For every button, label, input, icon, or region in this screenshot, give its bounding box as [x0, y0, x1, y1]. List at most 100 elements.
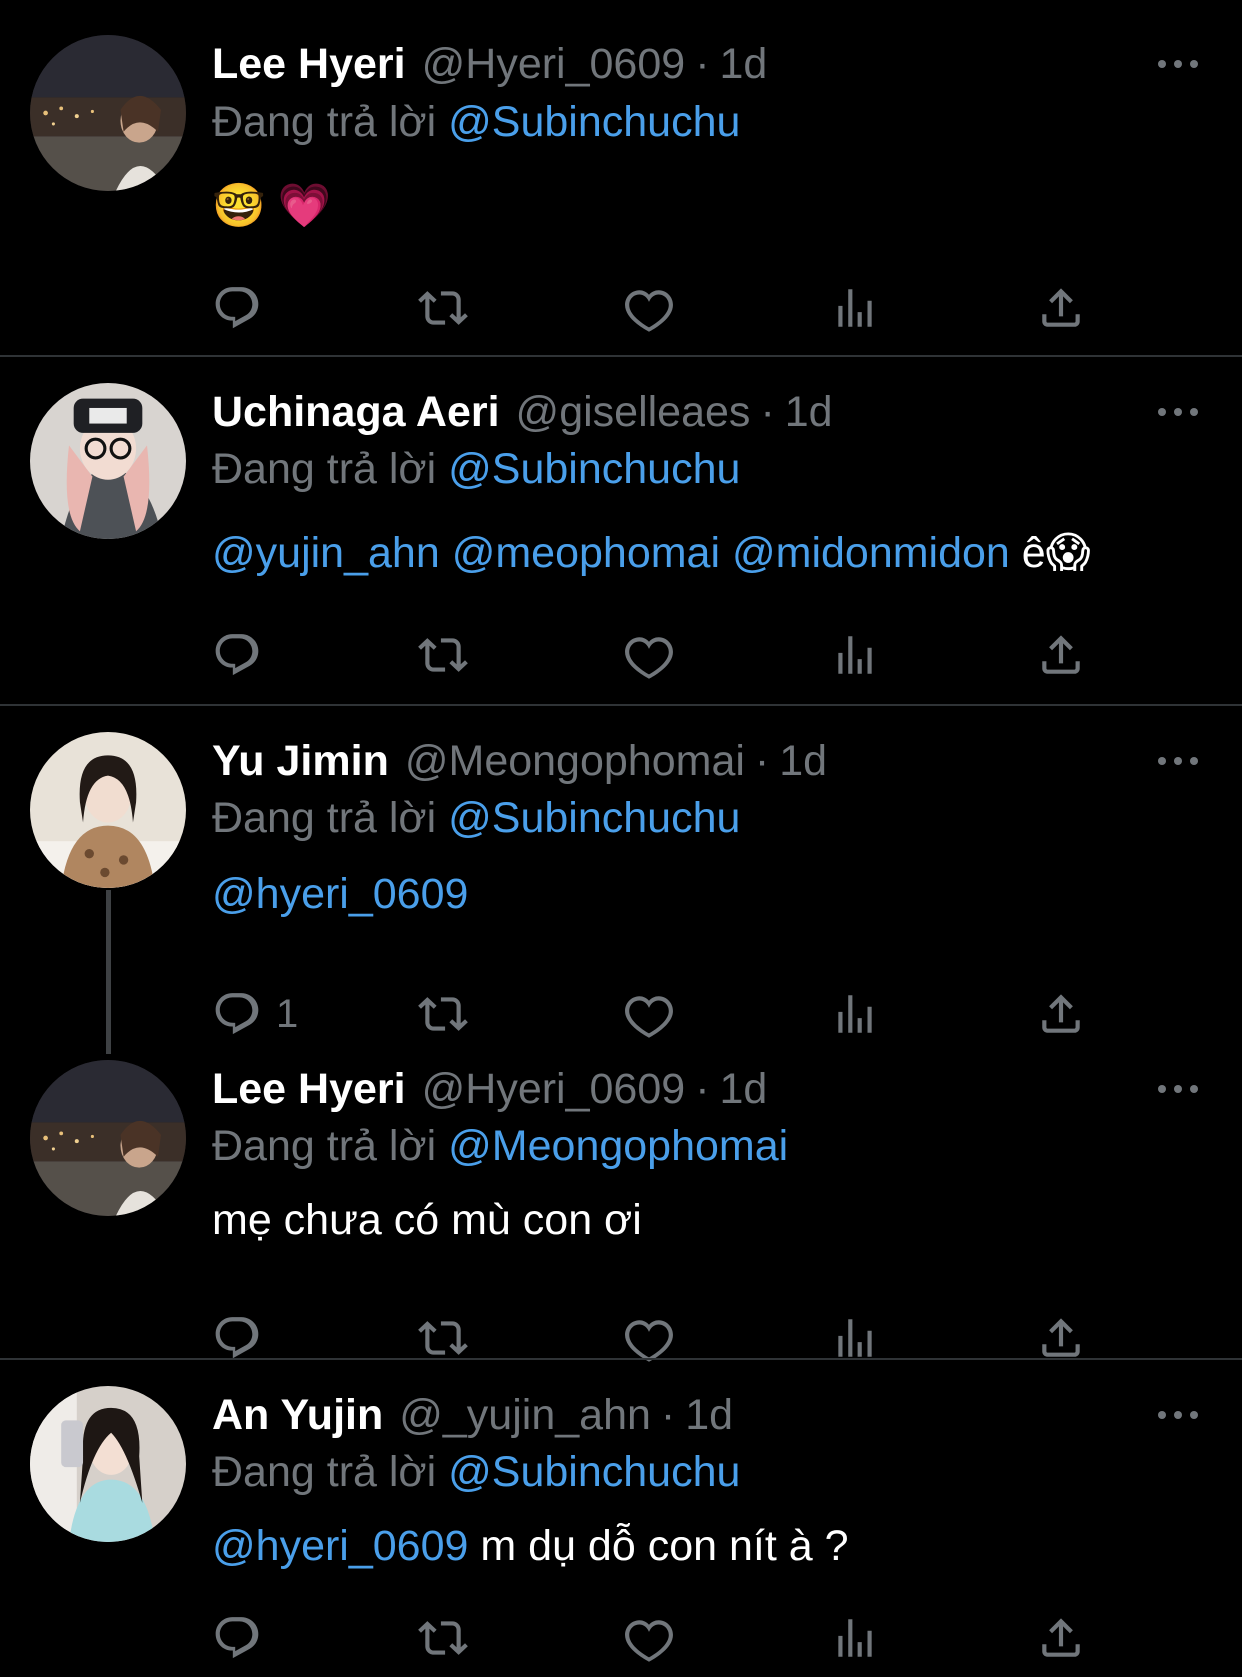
- share-icon: [1036, 630, 1086, 680]
- display-name[interactable]: Uchinaga Aeri: [212, 386, 500, 438]
- reply-prefix: Đang trả lời: [212, 98, 437, 146]
- tweet-header: Yu Jimin @Meongophomai · 1d: [212, 735, 827, 787]
- views-icon: [830, 1613, 880, 1663]
- action-bar: 1: [0, 984, 1242, 1044]
- tweet-header: An Yujin @_yujin_ahn · 1d: [212, 1389, 733, 1441]
- display-name[interactable]: Lee Hyeri: [212, 1063, 406, 1115]
- user-handle[interactable]: @giselleaes: [516, 386, 751, 438]
- timestamp[interactable]: 1d: [785, 386, 833, 438]
- mentions[interactable]: @yujin_ahn @meophomai @midonmidon: [212, 529, 1010, 577]
- tweet-text: mẹ chưa có mù con ơi: [212, 1194, 642, 1246]
- emoji-text: 🤓 💗: [212, 182, 332, 230]
- thread-line: [106, 890, 111, 1054]
- like-button[interactable]: [624, 984, 674, 1044]
- mentions[interactable]: @hyeri_0609: [212, 870, 468, 918]
- retweet-button[interactable]: [418, 278, 468, 338]
- reply-button[interactable]: 1: [212, 984, 298, 1044]
- avatar[interactable]: [30, 383, 186, 539]
- reply-button[interactable]: [212, 625, 262, 685]
- share-icon: [1036, 1613, 1086, 1663]
- views-button[interactable]: [830, 625, 880, 685]
- display-name[interactable]: An Yujin: [212, 1389, 383, 1441]
- more-icon[interactable]: [1158, 402, 1198, 422]
- reply-icon: [212, 1313, 262, 1363]
- user-handle[interactable]: @Hyeri_0609: [422, 1063, 686, 1115]
- reply-context: Đang trả lời @Subinchuchu: [212, 443, 740, 495]
- user-handle[interactable]: @Meongophomai: [405, 735, 745, 787]
- views-button[interactable]: [830, 278, 880, 338]
- share-icon: [1036, 989, 1086, 1039]
- more-icon[interactable]: [1158, 751, 1198, 771]
- tweet-text: @hyeri_0609 m dụ dỗ con nít à ?: [212, 1520, 849, 1572]
- share-button[interactable]: [1036, 1608, 1086, 1668]
- timestamp[interactable]: 1d: [720, 38, 768, 90]
- timestamp[interactable]: 1d: [685, 1389, 733, 1441]
- tweet[interactable]: Lee Hyeri @Hyeri_0609 · 1d Đang trả lời …: [0, 1058, 1242, 1358]
- mentions[interactable]: @hyeri_0609: [212, 1522, 468, 1570]
- reply-context: Đang trả lời @Subinchuchu: [212, 792, 740, 844]
- reply-context: Đang trả lời @Subinchuchu: [212, 96, 740, 148]
- retweet-icon: [418, 283, 468, 333]
- avatar[interactable]: [30, 732, 186, 888]
- views-icon: [830, 1313, 880, 1363]
- tweet-header: Uchinaga Aeri @giselleaes · 1d: [212, 386, 833, 438]
- tweet[interactable]: Lee Hyeri @Hyeri_0609 · 1d Đang trả lời …: [0, 0, 1242, 356]
- reply-to-mention[interactable]: @Subinchuchu: [448, 1448, 740, 1496]
- views-button[interactable]: [830, 1608, 880, 1668]
- retweet-button[interactable]: [418, 625, 468, 685]
- reply-context: Đang trả lời @Meongophomai: [212, 1120, 788, 1172]
- tweet-header: Lee Hyeri @Hyeri_0609 · 1d: [212, 1063, 767, 1115]
- reply-button[interactable]: [212, 1608, 262, 1668]
- tweet[interactable]: An Yujin @_yujin_ahn · 1d Đang trả lời @…: [0, 1360, 1242, 1677]
- reply-icon: [212, 283, 262, 333]
- retweet-button[interactable]: [418, 1608, 468, 1668]
- tweet-text: 🤓 💗: [212, 180, 331, 232]
- reply-to-mention[interactable]: @Subinchuchu: [448, 445, 740, 493]
- tweet[interactable]: Yu Jimin @Meongophomai · 1d Đang trả lời…: [0, 706, 1242, 1058]
- retweet-icon: [418, 630, 468, 680]
- reply-to-mention[interactable]: @Meongophomai: [448, 1122, 788, 1170]
- reply-button[interactable]: [212, 278, 262, 338]
- views-icon: [830, 989, 880, 1039]
- share-button[interactable]: [1036, 278, 1086, 338]
- separator-dot: ·: [754, 737, 770, 785]
- like-button[interactable]: [624, 1608, 674, 1668]
- timestamp[interactable]: 1d: [720, 1063, 768, 1115]
- like-button[interactable]: [624, 278, 674, 338]
- tweet-header: Lee Hyeri @Hyeri_0609 · 1d: [212, 38, 767, 90]
- timestamp[interactable]: 1d: [779, 735, 827, 787]
- like-icon: [624, 989, 674, 1039]
- share-button[interactable]: [1036, 984, 1086, 1044]
- reply-prefix: Đang trả lời: [212, 794, 437, 842]
- retweet-icon: [418, 1313, 468, 1363]
- display-name[interactable]: Lee Hyeri: [212, 38, 406, 90]
- like-icon: [624, 283, 674, 333]
- reply-to-mention[interactable]: @Subinchuchu: [448, 98, 740, 146]
- reply-prefix: Đang trả lời: [212, 445, 437, 493]
- retweet-icon: [418, 1613, 468, 1663]
- tweet-text: @yujin_ahn @meophomai @midonmidon ê😱: [212, 527, 1091, 579]
- user-handle[interactable]: @Hyeri_0609: [422, 38, 686, 90]
- retweet-button[interactable]: [418, 984, 468, 1044]
- more-icon[interactable]: [1158, 1405, 1198, 1425]
- avatar[interactable]: [30, 1386, 186, 1542]
- separator-dot: ·: [760, 388, 775, 436]
- share-button[interactable]: [1036, 625, 1086, 685]
- retweet-icon: [418, 989, 468, 1039]
- reply-context: Đang trả lời @Subinchuchu: [212, 1446, 740, 1498]
- reply-to-mention[interactable]: @Subinchuchu: [448, 794, 740, 842]
- more-icon[interactable]: [1158, 54, 1198, 74]
- views-button[interactable]: [830, 984, 880, 1044]
- body-text: mẹ chưa có mù con ơi: [212, 1196, 642, 1244]
- body-text: m dụ dỗ con nít à ?: [468, 1522, 849, 1570]
- separator-dot: ·: [695, 40, 710, 88]
- reply-prefix: Đang trả lời: [212, 1448, 437, 1496]
- like-icon: [624, 1313, 674, 1363]
- tweet[interactable]: Uchinaga Aeri @giselleaes · 1d Đang trả …: [0, 357, 1242, 705]
- avatar[interactable]: [30, 35, 186, 191]
- user-handle[interactable]: @_yujin_ahn: [399, 1389, 651, 1441]
- like-button[interactable]: [624, 625, 674, 685]
- avatar[interactable]: [30, 1060, 186, 1216]
- display-name[interactable]: Yu Jimin: [212, 735, 389, 787]
- more-icon[interactable]: [1158, 1079, 1198, 1099]
